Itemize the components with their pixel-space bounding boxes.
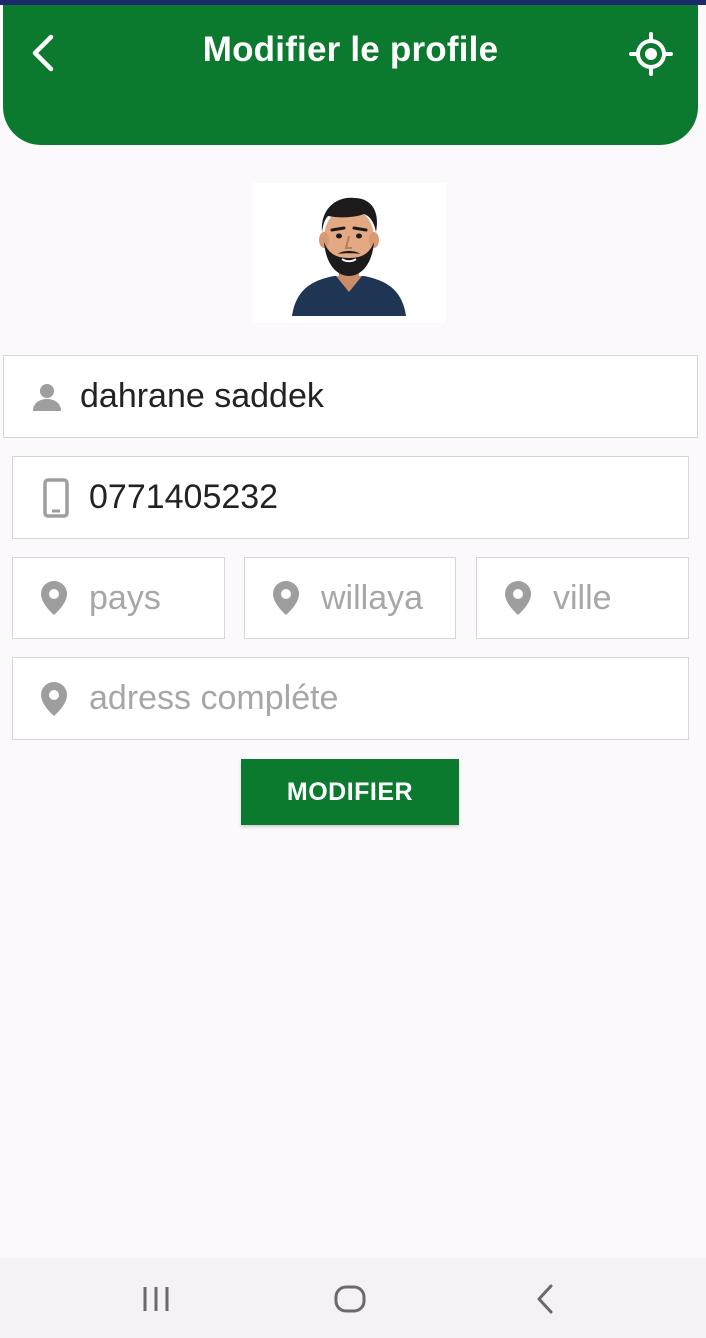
location-pin-icon	[503, 580, 533, 616]
phone-field[interactable]	[12, 456, 689, 539]
location-pin-icon	[39, 681, 69, 717]
phone-input[interactable]	[89, 478, 688, 517]
page-title: Modifier le profile	[202, 30, 499, 69]
willaya-input[interactable]	[321, 578, 455, 618]
person-icon	[30, 381, 64, 413]
modifier-button[interactable]: MODIFIER	[241, 759, 459, 825]
adress-field[interactable]	[12, 657, 689, 740]
system-nav-bar	[0, 1258, 706, 1338]
system-back-button[interactable]	[515, 1276, 575, 1322]
adress-input[interactable]	[89, 679, 688, 718]
pays-field[interactable]	[12, 557, 225, 639]
recent-apps-button[interactable]	[126, 1276, 186, 1322]
gps-locate-icon	[629, 32, 673, 76]
home-icon	[334, 1285, 366, 1313]
system-back-icon	[537, 1284, 553, 1314]
pays-input[interactable]	[89, 578, 224, 618]
recent-apps-icon	[143, 1287, 169, 1311]
locate-button[interactable]	[626, 29, 676, 79]
ville-input[interactable]	[553, 578, 688, 618]
app-header: Modifier le profile	[3, 5, 698, 145]
name-field[interactable]	[3, 355, 698, 438]
smartphone-icon	[41, 477, 71, 518]
location-pin-icon	[271, 580, 301, 616]
ville-field[interactable]	[476, 557, 689, 639]
profile-avatar[interactable]	[252, 183, 446, 323]
name-input[interactable]	[80, 377, 697, 416]
willaya-field[interactable]	[244, 557, 456, 639]
location-pin-icon	[39, 580, 69, 616]
user-avatar-illustration	[292, 197, 406, 316]
home-button[interactable]	[320, 1276, 380, 1322]
